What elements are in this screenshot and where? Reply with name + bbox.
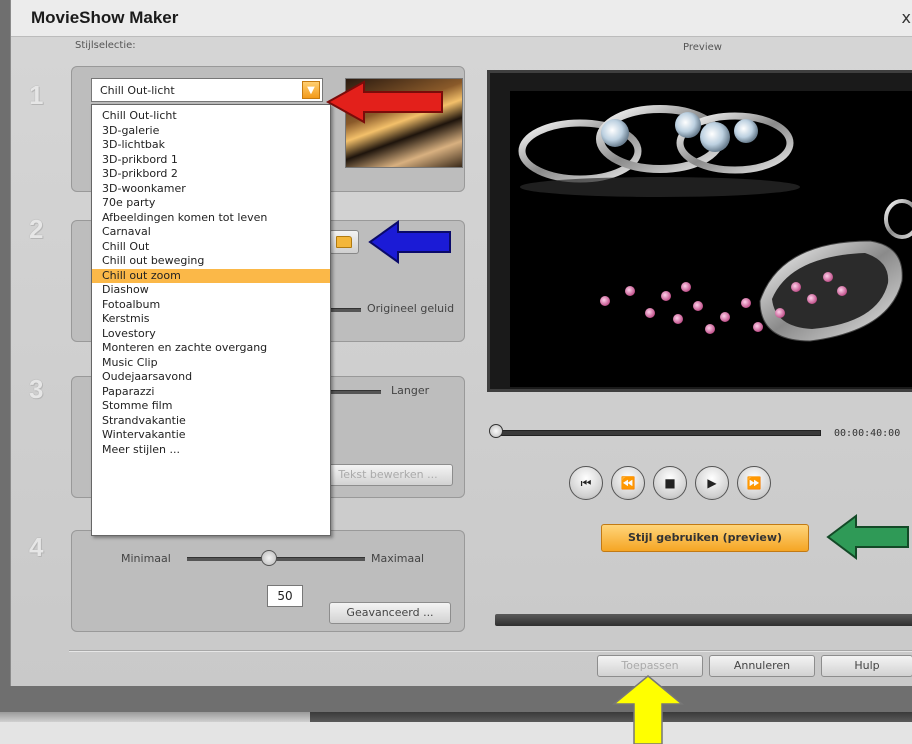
style-option[interactable]: 3D-lichtbak — [92, 138, 330, 153]
audio-volume-slider[interactable] — [331, 308, 361, 312]
style-option[interactable]: 3D-woonkamer — [92, 182, 330, 197]
fast-forward-button[interactable]: ⏩ — [737, 466, 771, 500]
edit-text-button[interactable]: Tekst bewerken ... — [323, 464, 453, 486]
style-selection-label: Stijlselectie: — [75, 40, 136, 51]
rewind-button[interactable]: ⏪ — [611, 466, 645, 500]
longer-label: Langer — [391, 384, 430, 397]
original-sound-label: Origineel geluid — [367, 302, 455, 315]
help-button[interactable]: Hulp — [821, 655, 912, 677]
duration-slider[interactable] — [331, 390, 381, 394]
style-option[interactable]: Diashow — [92, 283, 330, 298]
style-option[interactable]: Stomme film — [92, 399, 330, 414]
cancel-button[interactable]: Annuleren — [709, 655, 815, 677]
effect-min-label: Minimaal — [121, 552, 171, 565]
browse-music-button[interactable] — [329, 230, 359, 254]
effect-value-field[interactable]: 50 — [267, 585, 303, 607]
style-option[interactable]: 3D-galerie — [92, 124, 330, 139]
preview-label: Preview — [683, 42, 722, 53]
style-option[interactable]: 3D-prikbord 1 — [92, 153, 330, 168]
advanced-button[interactable]: Geavanceerd ... — [329, 602, 451, 624]
fast-forward-icon: ⏩ — [746, 476, 762, 490]
status-strip — [0, 722, 912, 744]
style-option-selected[interactable]: Chill out zoom — [92, 268, 330, 283]
footer-separator — [69, 650, 912, 652]
preview-image — [510, 91, 912, 387]
window-title: MovieShow Maker — [31, 8, 179, 27]
style-combobox-value: Chill Out-licht — [100, 84, 175, 97]
close-icon[interactable]: x — [902, 8, 911, 27]
effect-max-label: Maximaal — [371, 552, 425, 565]
folder-icon — [336, 236, 352, 248]
style-option[interactable]: Monteren en zachte overgang — [92, 341, 330, 356]
red-arrow-icon — [326, 80, 443, 124]
style-option[interactable]: Wintervakantie — [92, 428, 330, 443]
style-dropdown-list[interactable]: Chill Out-licht 3D-galerie 3D-lichtbak 3… — [91, 104, 331, 536]
play-icon: ▶ — [707, 476, 717, 490]
position-thumb[interactable] — [489, 424, 503, 438]
title-bar: MovieShow Maker x — [11, 0, 912, 37]
step-2-number: 2 — [29, 214, 44, 244]
step-3-number: 3 — [29, 374, 44, 404]
style-option[interactable]: Chill Out-licht — [92, 109, 330, 124]
green-arrow-icon — [826, 514, 909, 560]
blue-arrow-icon — [368, 220, 451, 264]
style-option[interactable]: Chill out beweging — [92, 254, 330, 269]
style-combobox[interactable]: Chill Out-licht ▼ — [91, 78, 323, 102]
play-button[interactable]: ▶ — [695, 466, 729, 500]
stop-button[interactable]: ■ — [653, 466, 687, 500]
taskbar-strip-dark — [310, 712, 912, 722]
style-option[interactable]: Music Clip — [92, 356, 330, 371]
apply-style-preview-button[interactable]: Stijl gebruiken (preview) — [601, 524, 809, 552]
style-option[interactable]: 3D-prikbord 2 — [92, 167, 330, 182]
yellow-arrow-icon — [612, 675, 684, 744]
timecode-display: 00:00:40:00 — [834, 428, 901, 439]
skip-to-start-button[interactable]: ⏮ — [569, 466, 603, 500]
skip-start-icon: ⏮ — [580, 475, 592, 490]
step-1-number: 1 — [29, 80, 44, 110]
movieshow-maker-dialog: MovieShow Maker x Stijlselectie: Preview… — [10, 0, 912, 686]
chevron-down-icon[interactable]: ▼ — [302, 81, 320, 99]
style-option[interactable]: Chill Out — [92, 240, 330, 255]
style-option[interactable]: 70e party — [92, 196, 330, 211]
stop-icon: ■ — [664, 476, 676, 490]
style-option[interactable]: Kerstmis — [92, 312, 330, 327]
preview-window — [487, 70, 912, 392]
style-option[interactable]: Afbeeldingen komen tot leven — [92, 211, 330, 226]
style-option[interactable]: Strandvakantie — [92, 414, 330, 429]
style-option[interactable]: Fotoalbum — [92, 298, 330, 313]
style-option[interactable]: Carnaval — [92, 225, 330, 240]
style-option[interactable]: Oudejaarsavond — [92, 370, 330, 385]
effect-slider-thumb[interactable] — [261, 550, 277, 566]
position-track[interactable] — [493, 430, 821, 436]
style-option[interactable]: Meer stijlen ... — [92, 443, 330, 458]
progress-bar — [495, 614, 912, 626]
style-option[interactable]: Lovestory — [92, 327, 330, 342]
style-option[interactable]: Paparazzi — [92, 385, 330, 400]
step-4-number: 4 — [29, 532, 44, 562]
rewind-icon: ⏪ — [620, 476, 636, 490]
